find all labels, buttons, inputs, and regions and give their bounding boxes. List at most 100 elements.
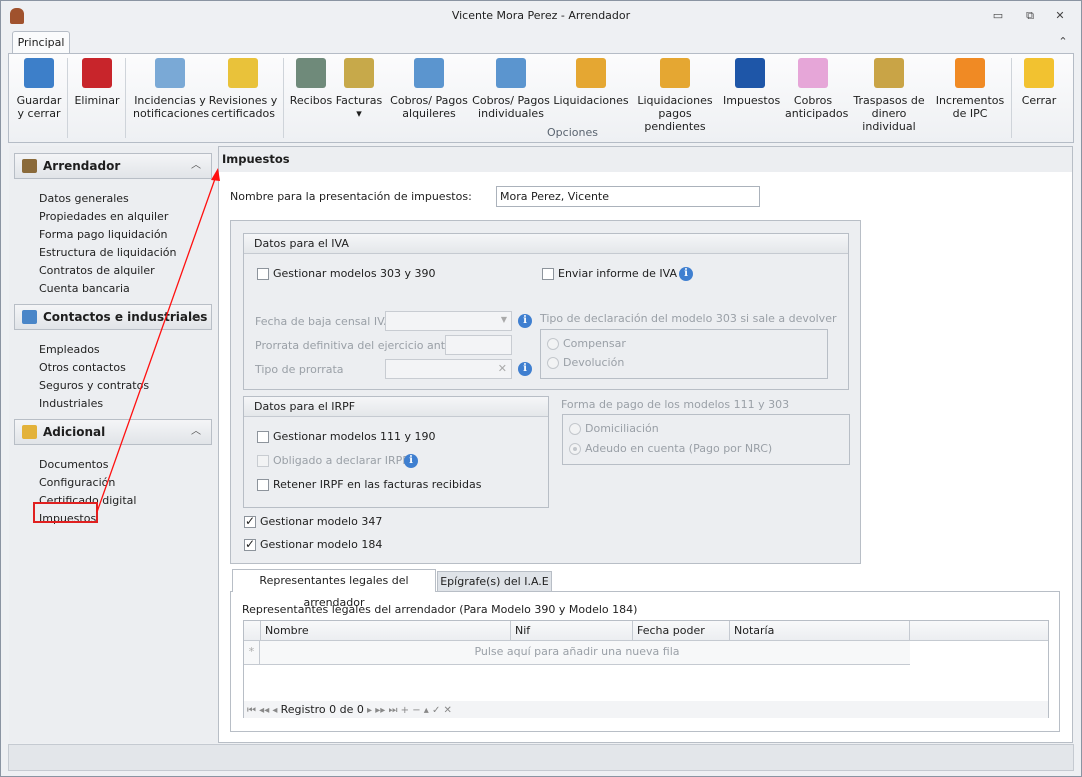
invoice-icon (344, 58, 374, 88)
column-notaria[interactable]: Notaría (730, 621, 910, 641)
sidebar-item-cuenta-bancaria[interactable]: Cuenta bancaria (39, 281, 130, 297)
ribbon-button-label: Revisiones y (208, 94, 278, 107)
ribbon-button-label: Liquidaciones (553, 94, 629, 107)
fecha-baja-label: Fecha de baja censal IVA (255, 315, 392, 328)
ribbon-button-liquidaciones-pendientes[interactable]: Liquidaciones pagos pendientes (627, 58, 723, 133)
fecha-baja-dropdown[interactable]: ▼ (385, 311, 512, 331)
ribbon: Opciones Guardar y cerrar Eliminar Incidenc… (8, 53, 1074, 143)
ribbon-button-cerrar[interactable]: Cerrar (1015, 58, 1063, 107)
ribbon-button-traspasos-de[interactable]: Traspasos de dinero individual (847, 58, 931, 133)
record-counter: Registro 0 de 0 (280, 703, 364, 716)
ribbon-button-label: Impuestos (723, 94, 781, 107)
gestionar-303-390-checkbox[interactable] (257, 268, 269, 280)
adeudo-label: Adeudo en cuenta (Pago por NRC) (585, 442, 773, 455)
info-icon[interactable]: i (679, 267, 693, 281)
ribbon-button-recibos[interactable]: Recibos (287, 58, 335, 107)
ribbon-button-incrementos[interactable]: Incrementos de IPC (935, 58, 1005, 120)
sidebar-item-configuración[interactable]: Configuración (39, 475, 115, 491)
chevron-up-icon[interactable]: ︿ (191, 420, 201, 444)
ribbon-button-incidencias-y[interactable]: Incidencias y notificaciones (133, 58, 210, 120)
ribbon-button-cobros[interactable]: Cobros anticipados (785, 58, 848, 120)
column-nif[interactable]: Nif (511, 621, 633, 641)
modelo-184-checkbox[interactable] (244, 537, 256, 551)
group-icon (22, 425, 37, 439)
sidebar-item-otros-contactos[interactable]: Otros contactos (39, 360, 126, 376)
restore-button[interactable]: ⧉ (1023, 9, 1037, 23)
window-title: Vicente Mora Perez - Arrendador (451, 9, 631, 22)
chevron-up-icon[interactable]: ︿ (191, 305, 201, 329)
ribbon-button-eliminar[interactable]: Eliminar (73, 58, 121, 107)
sidebar-group-adicional[interactable]: Adicional ︿ (14, 419, 212, 445)
calculator-person-icon (496, 58, 526, 88)
info-icon[interactable]: i (404, 454, 418, 468)
ribbon-button-guardar[interactable]: Guardar y cerrar (13, 58, 65, 120)
gestionar-303-390-label: Gestionar modelos 303 y 390 (273, 267, 436, 280)
sidebar-item-seguros-y-contratos[interactable]: Seguros y contratos (39, 378, 149, 394)
collapse-ribbon-button[interactable]: ⌃ (1056, 35, 1070, 49)
ribbon-button-cobros-pagos[interactable]: Cobros/ Pagos individuales (471, 58, 551, 120)
ribbon-button-label-2: individuales (478, 107, 544, 120)
ribbon-button-liquidaciones[interactable]: Liquidaciones (553, 58, 629, 107)
tipo-prorrata-dropdown[interactable]: ✕ (385, 359, 512, 379)
sidebar-item-contratos-de-alquiler[interactable]: Contratos de alquiler (39, 263, 155, 279)
ribbon-button-label-2: de IPC (952, 107, 988, 120)
navigator-buttons[interactable]: ▸ ▸▸ ⏭ + − ▴ ✓ ✕ (364, 705, 452, 716)
sidebar-item-propiedades-en-alquiler[interactable]: Propiedades en alquiler (39, 209, 168, 225)
ribbon-button-label-2: ▾ (356, 107, 362, 120)
new-row-indicator-icon: * (244, 641, 260, 664)
modelo-347-checkbox[interactable] (244, 514, 256, 528)
grid-navigator: ⏮ ◂◂ ◂ Registro 0 de 0 ▸ ▸▸ ⏭ + − ▴ ✓ ✕ (244, 701, 1048, 718)
devolucion-radio[interactable] (547, 357, 559, 369)
main-panel: Impuestos Nombre para la presentación de… (218, 146, 1073, 743)
column-fecha-poder[interactable]: Fecha poder (633, 621, 730, 641)
sidebar-item-documentos[interactable]: Documentos (39, 457, 108, 473)
sidebar: Arrendador ︿ Datos generales Propiedades en… (9, 146, 218, 743)
retener-irpf-checkbox[interactable] (257, 479, 269, 491)
compensar-radio[interactable] (547, 338, 559, 350)
forma-pago-group: Domiciliación Adeudo en cuenta (Pago por… (562, 414, 850, 465)
sidebar-group-arrendador[interactable]: Arrendador ︿ (14, 153, 212, 179)
sidebar-item-empleados[interactable]: Empleados (39, 342, 100, 358)
prorrata-stepper[interactable] (445, 335, 512, 355)
gestionar-111-190-checkbox[interactable] (257, 431, 269, 443)
ribbon-button-label: Facturas (335, 94, 383, 107)
chevron-up-icon[interactable]: ︿ (191, 154, 201, 178)
sidebar-item-certificado-digital[interactable]: Certificado digital (39, 493, 136, 509)
status-bar (8, 744, 1074, 771)
close-button[interactable]: ✕ (1053, 9, 1067, 23)
sidebar-item-industriales[interactable]: Industriales (39, 396, 103, 412)
ribbon-button-facturas[interactable]: Facturas ▾ (335, 58, 383, 120)
representantes-grid: Nombre Nif Fecha poder Notaría Pulse aqu… (243, 620, 1049, 718)
ribbon-separator (1011, 58, 1012, 138)
domiciliacion-radio[interactable] (569, 423, 581, 435)
minimize-button[interactable]: ▭ (991, 9, 1005, 23)
ribbon-separator (67, 58, 68, 138)
sidebar-item-estructura-de-liquidación[interactable]: Estructura de liquidación (39, 245, 176, 261)
forma-pago-label: Forma de pago de los modelos 111 y 303 (561, 398, 790, 411)
tab-representantes[interactable]: Representantes legales del arrendador (232, 569, 436, 609)
column-nombre[interactable]: Nombre (261, 621, 511, 641)
ribbon-button-revisiones-y[interactable]: Revisiones y certificados (207, 58, 279, 120)
ribbon-button-impuestos[interactable]: Impuestos (723, 58, 781, 107)
obligado-irpf-checkbox[interactable] (257, 455, 269, 467)
tab-epigrafes[interactable]: Epígrafe(s) del I.A.E (437, 571, 552, 592)
ribbon-separator (125, 58, 126, 138)
sidebar-group-contactos-e-industriales[interactable]: Contactos e industriales ︿ (14, 304, 212, 330)
retener-irpf-label: Retener IRPF en las facturas recibidas (273, 478, 482, 491)
new-row[interactable]: Pulse aquí para añadir una nueva fila (244, 641, 910, 665)
name-input[interactable]: Mora Perez, Vicente (496, 186, 760, 207)
sidebar-item-datos-generales[interactable]: Datos generales (39, 191, 129, 207)
enviar-informe-iva-checkbox[interactable] (542, 268, 554, 280)
iva-group: Datos para el IVA Gestionar modelos 303 … (243, 233, 849, 390)
sidebar-item-impuestos[interactable]: Impuestos (39, 511, 96, 527)
info-icon[interactable]: i (518, 362, 532, 376)
adeudo-radio[interactable] (569, 443, 581, 455)
first-record-icon[interactable]: ⏮ ◂◂ ◂ (247, 705, 281, 716)
tab-principal[interactable]: Principal (12, 31, 70, 54)
ribbon-button-cobros-pagos[interactable]: Cobros/ Pagos alquileres (389, 58, 469, 120)
ribbon-button-label-2: notificaciones (133, 107, 210, 120)
sidebar-item-forma-pago-liquidación[interactable]: Forma pago liquidación (39, 227, 168, 243)
ribbon-button-label: Cobros/ Pagos (390, 94, 468, 107)
info-icon[interactable]: i (518, 314, 532, 328)
receipt-icon (296, 58, 326, 88)
